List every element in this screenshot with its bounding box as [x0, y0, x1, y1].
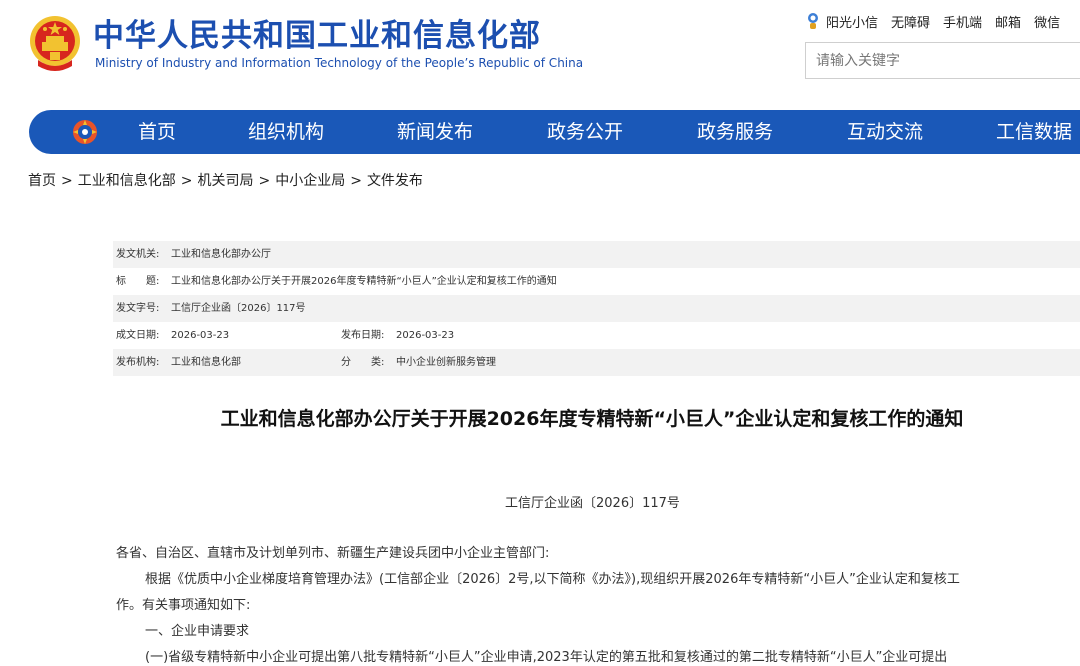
- meta-value-category: 中小企业创新服务管理: [396, 357, 496, 368]
- search-input[interactable]: [806, 43, 1080, 78]
- main-nav: 首页 组织机构 新闻发布 政务公开 政务服务 互动交流 工信数据: [29, 110, 1080, 154]
- breadcrumb-separator: >: [61, 173, 73, 189]
- top-link-mobile[interactable]: 手机端: [943, 12, 982, 31]
- sunshine-mascot-icon: [808, 13, 818, 29]
- site-header: 中华人民共和国工业和信息化部 Ministry of Industry and …: [0, 0, 1080, 110]
- ministry-logo-icon: [73, 120, 97, 144]
- breadcrumb-item-documents[interactable]: 文件发布: [367, 173, 423, 189]
- meta-row-doc-no: 发文字号: 工信厅企业函〔2026〕117号: [113, 295, 1080, 322]
- meta-value-issuer: 工业和信息化部办公厅: [171, 249, 271, 260]
- nav-organization[interactable]: 组织机构: [248, 110, 324, 154]
- top-link-accessibility[interactable]: 无障碍: [891, 12, 930, 31]
- article-paragraph: 作。有关事项通知如下:: [116, 598, 251, 613]
- breadcrumb-separator: >: [258, 173, 271, 189]
- top-link-wechat[interactable]: 微信: [1034, 12, 1060, 31]
- top-link-sunshine[interactable]: 阳光小信: [826, 12, 878, 31]
- meta-value-publish-date: 2026-03-23: [396, 330, 455, 341]
- meta-row-title: 标 题: 工业和信息化部办公厅关于开展2026年度专精特新“小巨人”企业认定和复…: [113, 268, 1080, 295]
- breadcrumb-item-ministry[interactable]: 工业和信息化部: [78, 173, 176, 189]
- breadcrumb-separator: >: [350, 173, 362, 189]
- meta-value-written-date: 2026-03-23: [171, 330, 230, 341]
- nav-data[interactable]: 工信数据: [996, 110, 1072, 154]
- top-links: 阳光小信 无障碍 手机端 邮箱 微信: [806, 10, 1060, 32]
- meta-label: 发布机构:: [116, 357, 160, 368]
- article-paragraph: 各省、自治区、直辖市及计划单列市、新疆生产建设兵团中小企业主管部门:: [116, 546, 550, 561]
- search-box: [805, 42, 1080, 79]
- article-section-heading: 一、企业申请要求: [145, 624, 250, 639]
- meta-value-publisher: 工业和信息化部: [171, 357, 241, 368]
- meta-label: 发文机关:: [116, 249, 160, 260]
- meta-row-publisher: 发布机构: 工业和信息化部 分 类: 中小企业创新服务管理: [113, 349, 1080, 376]
- site-title-en[interactable]: Ministry of Industry and Information Tec…: [95, 55, 583, 71]
- nav-interaction[interactable]: 互动交流: [847, 110, 923, 154]
- meta-row-dates: 成文日期: 2026-03-23 发布日期: 2026-03-23: [113, 322, 1080, 349]
- breadcrumb: 首页 > 工业和信息化部 > 机关司局 > 中小企业局 > 文件发布: [28, 172, 423, 190]
- breadcrumb-separator: >: [180, 173, 193, 189]
- article-title: 工业和信息化部办公厅关于开展2026年度专精特新“小巨人”企业认定和复核工作的通…: [220, 408, 964, 430]
- meta-label: 成文日期:: [116, 330, 160, 341]
- site-title-cn[interactable]: 中华人民共和国工业和信息化部: [93, 16, 541, 56]
- nav-gov-affairs-public[interactable]: 政务公开: [547, 110, 623, 154]
- top-link-email[interactable]: 邮箱: [995, 12, 1021, 31]
- article-doc-number: 工信厅企业函〔2026〕117号: [505, 496, 680, 511]
- meta-value-doc-no: 工信厅企业函〔2026〕117号: [171, 303, 306, 314]
- article-paragraph: (一)省级专精特新中小企业可提出第八批专精特新“小巨人”企业申请,2023年认定…: [145, 650, 948, 665]
- meta-label: 分 类:: [341, 357, 385, 368]
- nav-news[interactable]: 新闻发布: [397, 110, 473, 154]
- breadcrumb-item-sme-bureau[interactable]: 中小企业局: [275, 173, 345, 189]
- article-paragraph: 根据《优质中小企业梯度培育管理办法》(工信部企业〔2026〕2号,以下简称《办法…: [145, 572, 960, 587]
- breadcrumb-item-departments[interactable]: 机关司局: [197, 173, 253, 189]
- meta-label: 发布日期:: [341, 330, 385, 341]
- document-meta-table: 发文机关: 工业和信息化部办公厅 标 题: 工业和信息化部办公厅关于开展2026…: [113, 241, 1080, 376]
- breadcrumb-item-home[interactable]: 首页: [28, 173, 56, 189]
- meta-row-issuer: 发文机关: 工业和信息化部办公厅: [113, 241, 1080, 268]
- nav-home[interactable]: 首页: [138, 110, 176, 154]
- meta-label: 发文字号:: [116, 303, 160, 314]
- national-emblem-icon: [30, 16, 80, 71]
- meta-value-title: 工业和信息化部办公厅关于开展2026年度专精特新“小巨人”企业认定和复核工作的通…: [171, 276, 557, 287]
- nav-gov-services[interactable]: 政务服务: [697, 110, 773, 154]
- meta-label: 标 题:: [116, 276, 160, 287]
